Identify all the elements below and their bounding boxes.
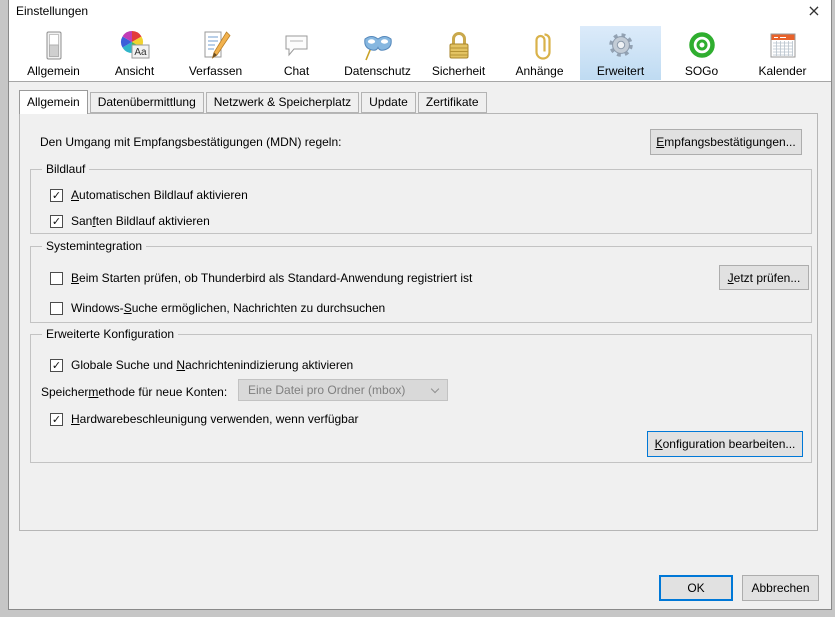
category-toolbar: Allgemein Aa Ansicht Verfassen Chat Date… — [9, 23, 831, 82]
paperclip-icon — [524, 30, 556, 62]
checkbox-label-auto-scroll[interactable]: Automatischen Bildlauf aktivieren — [71, 187, 248, 203]
checkbox-global-search[interactable] — [50, 358, 63, 372]
toolbar-item-sicherheit[interactable]: Sicherheit — [418, 26, 499, 80]
toolbar-item-label: Ansicht — [114, 64, 155, 78]
checkbox-label-hardware-accel[interactable]: Hardwarebeschleunigung verwenden, wenn v… — [71, 411, 359, 427]
check-now-button[interactable]: Jetzt prüfen... — [719, 265, 809, 290]
tab-panel-allgemein: Den Umgang mit Empfangsbestätigungen (MD… — [19, 113, 818, 531]
checkbox-auto-scroll[interactable] — [50, 188, 63, 202]
group-erweiterte-konfiguration: Erweiterte Konfiguration Globale Suche u… — [30, 327, 812, 463]
tab-netzwerk-speicherplatz[interactable]: Netzwerk & Speicherplatz — [205, 92, 360, 113]
toolbar-item-ansicht[interactable]: Aa Ansicht — [94, 26, 175, 80]
toolbar-item-allgemein[interactable]: Allgemein — [13, 26, 94, 80]
tab-allgemein[interactable]: Allgemein — [19, 90, 88, 114]
group-systemintegration: Systemintegration Beim Starten prüfen, o… — [30, 239, 812, 323]
padlock-icon — [443, 30, 475, 62]
svg-text:Aa: Aa — [134, 47, 147, 58]
group-legend: Systemintegration — [42, 239, 147, 254]
row-hardware-accel: Hardwarebeschleunigung verwenden, wenn v… — [50, 411, 359, 427]
calendar-icon — [767, 30, 799, 62]
checkbox-default-app-check[interactable] — [50, 271, 63, 285]
color-wheel-icon: Aa — [119, 30, 151, 62]
chevron-down-icon — [430, 384, 440, 393]
button-label: Empfangsbestätigungen... — [656, 135, 796, 149]
tab-zertifikate[interactable]: Zertifikate — [417, 92, 487, 113]
toolbar-item-chat[interactable]: Chat — [256, 26, 337, 80]
checkbox-windows-search[interactable] — [50, 301, 63, 315]
compose-icon — [200, 30, 232, 62]
checkbox-label-global-search[interactable]: Globale Suche und Nachrichtenindizierung… — [71, 357, 353, 373]
row-global-search: Globale Suche und Nachrichtenindizierung… — [50, 357, 353, 373]
toolbar-item-label: Kalender — [758, 64, 807, 78]
row-default-app-check: Beim Starten prüfen, ob Thunderbird als … — [50, 270, 472, 286]
mdn-label: Den Umgang mit Empfangsbestätigungen (MD… — [40, 135, 342, 149]
switch-icon — [38, 30, 70, 62]
settings-dialog: Einstellungen × Allgemein Aa Ansicht Ver… — [8, 0, 832, 610]
sogo-icon — [686, 30, 718, 62]
row-smooth-scroll: Sanften Bildlauf aktivieren — [50, 213, 210, 229]
toolbar-item-label: Verfassen — [188, 64, 243, 78]
row-windows-search: Windows-Suche ermöglichen, Nachrichten z… — [50, 300, 385, 316]
mask-icon — [362, 30, 394, 62]
button-label: Jetzt prüfen... — [727, 270, 801, 285]
cancel-button[interactable]: Abbrechen — [742, 575, 819, 601]
checkbox-label-default-app-check[interactable]: Beim Starten prüfen, ob Thunderbird als … — [71, 270, 472, 286]
toolbar-item-sogo[interactable]: SOGo — [661, 26, 742, 80]
titlebar: Einstellungen × — [9, 0, 831, 23]
toolbar-item-label: Erweitert — [596, 64, 645, 78]
edit-config-button[interactable]: Konfiguration bearbeiten... — [647, 431, 803, 457]
group-bildlauf: Bildlauf Automatischen Bildlauf aktivier… — [30, 162, 812, 234]
ok-button[interactable]: OK — [659, 575, 733, 601]
toolbar-item-label: Datenschutz — [344, 64, 411, 78]
toolbar-item-label: Allgemein — [27, 64, 80, 78]
group-legend: Bildlauf — [42, 162, 90, 177]
close-icon: × — [807, 1, 821, 20]
storage-method-label: Speichermethode für neue Konten: — [41, 385, 228, 399]
tabstrip: Allgemein Datenübermittlung Netzwerk & S… — [9, 82, 831, 114]
gear-icon — [605, 30, 637, 62]
checkbox-label-windows-search[interactable]: Windows-Suche ermöglichen, Nachrichten z… — [71, 300, 385, 316]
button-label: Konfiguration bearbeiten... — [654, 437, 796, 451]
checkbox-smooth-scroll[interactable] — [50, 214, 63, 228]
toolbar-item-anhaenge[interactable]: Anhänge — [499, 26, 580, 80]
toolbar-item-label: Chat — [283, 64, 310, 78]
toolbar-item-erweitert[interactable]: Erweitert — [580, 26, 661, 80]
desktop-background: Einstellungen × Allgemein Aa Ansicht Ver… — [0, 0, 835, 617]
empfangsbestaetigungen-button[interactable]: Empfangsbestätigungen... — [650, 129, 802, 155]
toolbar-item-label: SOGo — [684, 64, 719, 78]
toolbar-item-kalender[interactable]: Kalender — [742, 26, 823, 80]
group-legend: Erweiterte Konfiguration — [42, 327, 179, 342]
window-title: Einstellungen — [16, 4, 89, 18]
close-button[interactable]: × — [797, 0, 831, 22]
storage-method-value: Eine Datei pro Ordner (mbox) — [248, 383, 406, 397]
tab-datenuebermittlung[interactable]: Datenübermittlung — [89, 92, 204, 113]
checkbox-hardware-accel[interactable] — [50, 412, 63, 426]
storage-method-select[interactable]: Eine Datei pro Ordner (mbox) — [238, 379, 448, 401]
row-auto-scroll: Automatischen Bildlauf aktivieren — [50, 187, 248, 203]
checkbox-label-smooth-scroll[interactable]: Sanften Bildlauf aktivieren — [71, 213, 210, 229]
toolbar-item-label: Sicherheit — [431, 64, 486, 78]
tab-update[interactable]: Update — [361, 92, 416, 113]
toolbar-item-verfassen[interactable]: Verfassen — [175, 26, 256, 80]
toolbar-item-datenschutz[interactable]: Datenschutz — [337, 26, 418, 80]
toolbar-item-label: Anhänge — [515, 64, 564, 78]
chat-bubble-icon — [281, 30, 313, 62]
